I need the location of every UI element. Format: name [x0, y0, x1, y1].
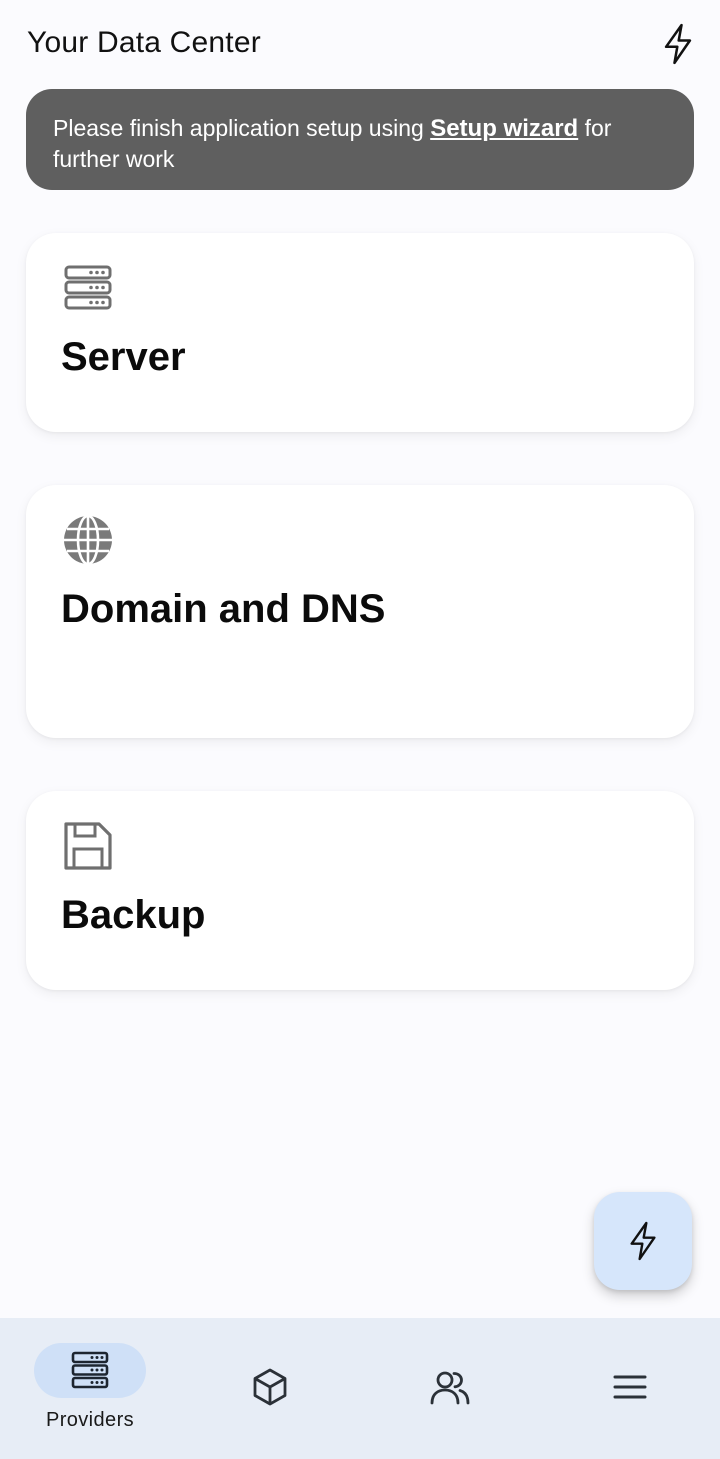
page-title: Your Data Center	[27, 26, 261, 59]
bolt-icon	[664, 23, 692, 65]
floppy-disk-icon	[64, 822, 112, 870]
box-icon	[253, 1368, 287, 1406]
nav-item-users[interactable]	[360, 1318, 540, 1459]
domain-dns-card-title: Domain and DNS	[61, 587, 386, 631]
server-icon	[71, 1351, 109, 1389]
bottom-navigation: Providers	[0, 1318, 720, 1459]
nav-item-services[interactable]	[180, 1318, 360, 1459]
menu-icon	[613, 1375, 647, 1399]
banner-text-before: Please finish application setup using	[53, 115, 431, 141]
server-card-title: Server	[61, 335, 186, 379]
backup-card-title: Backup	[61, 893, 206, 937]
quick-actions-button[interactable]	[654, 20, 702, 68]
nav-item-providers[interactable]: Providers	[0, 1318, 180, 1459]
bolt-icon	[630, 1221, 656, 1261]
screen: Your Data Center Please finish applicati…	[0, 0, 720, 1459]
setup-wizard-link[interactable]: Setup wizard	[430, 115, 578, 142]
users-icon	[430, 1371, 470, 1405]
backup-card[interactable]: Backup	[26, 791, 694, 990]
server-card[interactable]: Server	[26, 233, 694, 432]
nav-label-providers: Providers	[45, 1409, 135, 1431]
nav-item-more[interactable]	[540, 1318, 720, 1459]
globe-icon	[64, 514, 112, 566]
app-bar: Your Data Center	[0, 0, 720, 88]
setup-banner: Please finish application setup using Se…	[26, 89, 694, 190]
domain-dns-card[interactable]: Domain and DNS	[26, 485, 694, 738]
quick-action-fab[interactable]	[594, 1192, 692, 1290]
server-icon	[64, 265, 112, 310]
